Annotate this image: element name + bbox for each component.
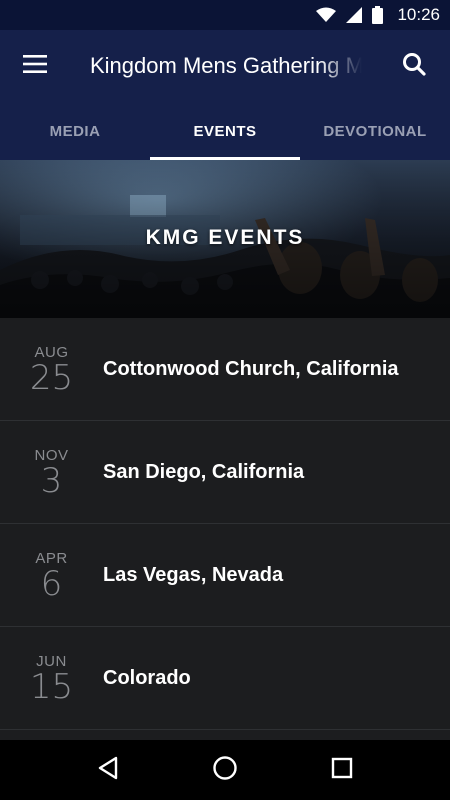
back-icon xyxy=(97,756,119,785)
tab-bar: MEDIA EVENTS DEVOTIONAL xyxy=(0,102,450,160)
system-nav-bar xyxy=(0,740,450,800)
event-row[interactable]: NOV 3 San Diego, California xyxy=(0,421,450,524)
home-button[interactable] xyxy=(200,745,250,795)
app-bar: Kingdom Mens Gathering Mobile xyxy=(0,30,450,102)
event-day: 25 xyxy=(29,357,74,398)
home-icon xyxy=(212,755,238,786)
tab-devotional[interactable]: DEVOTIONAL xyxy=(300,102,450,160)
recents-icon xyxy=(331,757,353,784)
signal-icon xyxy=(346,7,363,23)
event-date: AUG 25 xyxy=(0,344,103,395)
search-icon xyxy=(402,52,426,81)
hero-title: KMG EVENTS xyxy=(145,226,305,249)
back-button[interactable] xyxy=(83,745,133,795)
status-bar: 10:26 xyxy=(0,0,450,30)
tab-events[interactable]: EVENTS xyxy=(150,102,300,160)
event-row[interactable]: AUG 25 Cottonwood Church, California xyxy=(0,318,450,421)
event-name: Colorado xyxy=(103,666,191,689)
event-name: Las Vegas, Nevada xyxy=(103,563,284,586)
recents-button[interactable] xyxy=(317,745,367,795)
event-list: AUG 25 Cottonwood Church, California NOV… xyxy=(0,318,450,740)
event-date: NOV 3 xyxy=(0,447,103,498)
event-name: San Diego, California xyxy=(103,460,305,483)
hamburger-menu-icon xyxy=(23,54,47,78)
app-title: Kingdom Mens Gathering Mobile xyxy=(90,53,362,78)
tab-media[interactable]: MEDIA xyxy=(0,102,150,160)
event-day: 3 xyxy=(40,460,63,501)
event-date: JUN 15 xyxy=(0,653,103,704)
event-day: 15 xyxy=(29,666,74,707)
hero-banner: KMG EVENTS xyxy=(0,160,450,318)
menu-button[interactable] xyxy=(0,30,70,102)
search-button[interactable] xyxy=(392,44,436,88)
event-row[interactable]: APR 6 Las Vegas, Nevada xyxy=(0,524,450,627)
wifi-icon xyxy=(316,7,337,23)
battery-icon xyxy=(372,6,384,24)
event-row[interactable]: JUN 15 Colorado xyxy=(0,627,450,730)
event-day: 6 xyxy=(40,563,63,604)
event-date: APR 6 xyxy=(0,550,103,601)
status-time: 10:26 xyxy=(397,5,440,24)
event-name: Cottonwood Church, California xyxy=(103,357,399,380)
